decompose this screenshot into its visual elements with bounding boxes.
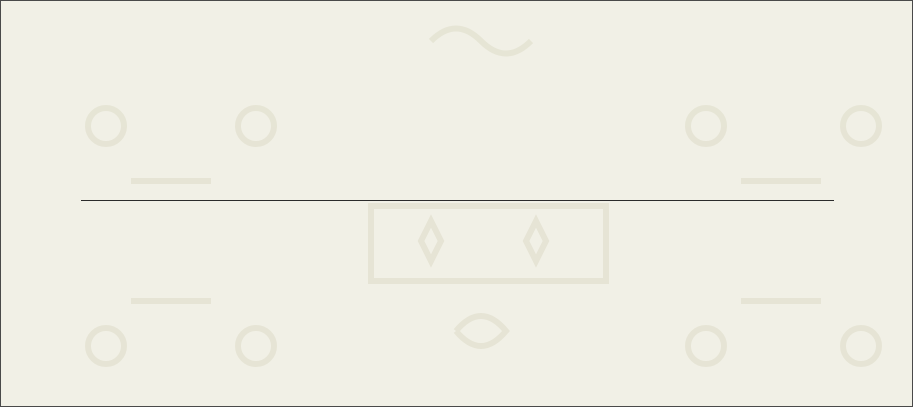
ornament-right-script: [741, 178, 821, 304]
horizontal-rule-line: [81, 200, 834, 201]
ornament-center-star-right: [522, 214, 550, 268]
ornament-left-upper: [85, 105, 127, 147]
ornament-left-lower: [85, 325, 127, 367]
decorative-background-pattern: [85, 25, 882, 367]
ornament-right-upper: [685, 105, 727, 147]
ornament-top-center: [428, 25, 534, 57]
ornament-right-lower-2: [840, 325, 882, 367]
ornament-right-upper-2: [840, 105, 882, 147]
ornament-left-upper-2: [235, 105, 277, 147]
ornament-center-panel: [368, 203, 609, 284]
ornament-left-script: [131, 178, 211, 304]
ornament-bottom-center: [453, 313, 510, 349]
ornament-center-star-left: [417, 214, 445, 268]
ornament-left-lower-2: [235, 325, 277, 367]
blank-page-frame: [0, 0, 913, 407]
ornament-right-lower: [685, 325, 727, 367]
